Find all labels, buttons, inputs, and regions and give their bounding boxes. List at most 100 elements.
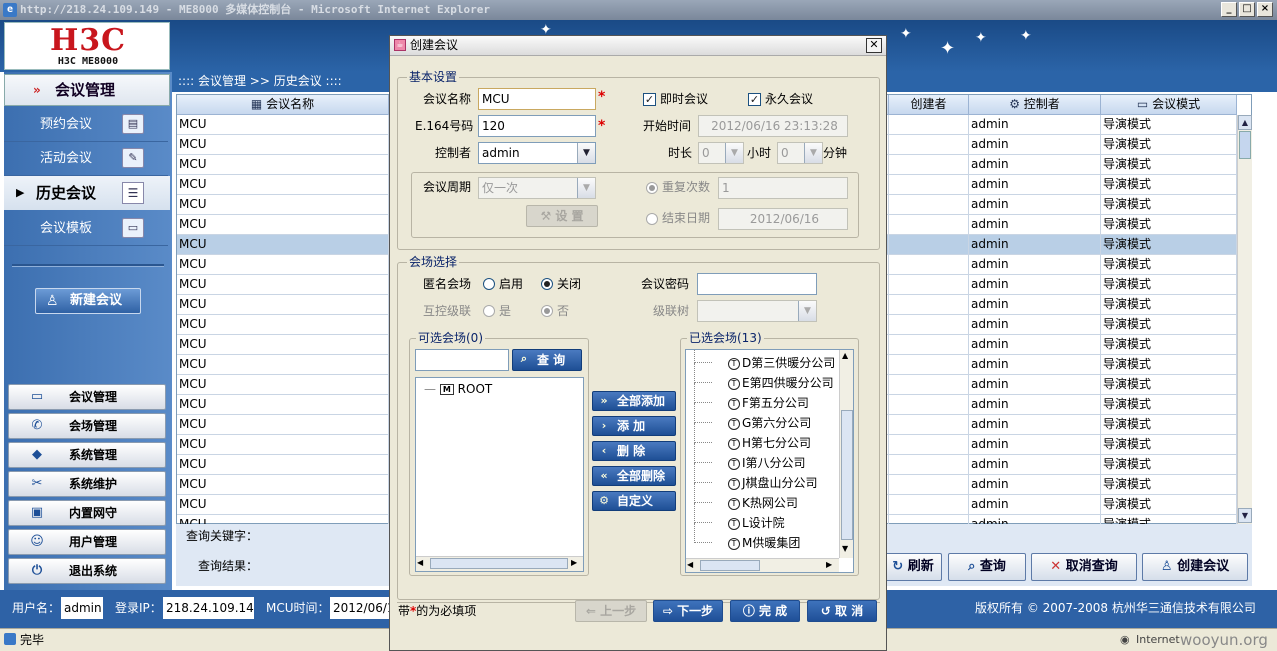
password-input[interactable]: [697, 273, 817, 295]
search-label: 查询: [979, 559, 1006, 574]
cascade-tree-select[interactable]: ▼: [697, 300, 817, 322]
gear-icon: ⚙: [1009, 97, 1024, 111]
mcu-time-label: MCU时间：: [266, 601, 330, 615]
bottom-nav-system[interactable]: ◆ 系统管理: [8, 442, 166, 468]
cycle-select[interactable]: 仅一次 ▼: [478, 177, 596, 199]
required-note-suffix: 的为必填项: [416, 604, 477, 618]
terminal-node-icon: T: [728, 437, 740, 450]
arrow-left-icon: ⇐: [585, 604, 601, 618]
add-label: 添 加: [617, 419, 646, 433]
column-header-controller[interactable]: ⚙ 控制者: [969, 95, 1101, 115]
cancel-search-button[interactable]: ✕ 取消查询: [1031, 553, 1137, 581]
table-scrollbar[interactable]: ▲ ▼: [1237, 115, 1252, 524]
close-window-button[interactable]: ×: [1257, 2, 1273, 17]
scroll-right-icon[interactable]: ▶: [571, 558, 577, 567]
start-time-input[interactable]: 2012/06/16 23:13:28: [698, 115, 848, 137]
scroll-thumb[interactable]: [700, 560, 760, 571]
controller-select[interactable]: admin ▼: [478, 142, 596, 164]
bottom-nav-maintain[interactable]: ✂ 系统维护: [8, 471, 166, 497]
available-hscroll[interactable]: ◀ ▶: [416, 556, 583, 571]
refresh-button[interactable]: ↻ 刷新: [884, 553, 942, 581]
cell-mode: 导演模式: [1101, 195, 1237, 215]
double-chevron-left-icon: «: [600, 469, 608, 482]
next-step-button[interactable]: ⇨ 下一步: [653, 600, 723, 622]
nav-item-active[interactable]: 活动会议 ✎: [4, 142, 168, 176]
cascade-no-radio[interactable]: [541, 305, 553, 317]
selected-site-item[interactable]: T M供暖集团: [686, 523, 800, 553]
instant-label: 即时会议: [660, 92, 709, 106]
remove-button[interactable]: ‹ 删 除: [592, 441, 676, 461]
nav-section-title[interactable]: » 会议管理: [4, 74, 170, 106]
refresh-icon: ↻: [892, 559, 908, 574]
scroll-down-icon[interactable]: ▼: [1238, 508, 1252, 523]
cell-mode: 导演模式: [1101, 115, 1237, 135]
permanent-checkbox[interactable]: ✓: [748, 93, 761, 106]
end-date-radio[interactable]: [646, 213, 658, 225]
scroll-up-icon[interactable]: ▲: [842, 351, 848, 360]
dialog-title: 创建会议: [410, 38, 459, 52]
nav-item-reserve[interactable]: 预约会议 ▤: [4, 108, 168, 142]
scroll-right-icon[interactable]: ▶: [826, 560, 832, 569]
search-button[interactable]: ⌕ 查询: [948, 553, 1026, 581]
column-header-creator[interactable]: 创建者: [889, 95, 969, 115]
minutes-select[interactable]: 0 ▼: [777, 142, 823, 164]
site-search-input[interactable]: [415, 349, 509, 371]
cell-mode: 导演模式: [1101, 215, 1237, 235]
cell-creator: [889, 395, 969, 415]
e164-input[interactable]: 120: [478, 115, 596, 137]
scroll-thumb[interactable]: [430, 558, 568, 569]
instant-checkbox[interactable]: ✓: [643, 93, 656, 106]
scroll-thumb[interactable]: [1239, 131, 1251, 159]
bottom-nav-user[interactable]: ☺ 用户管理: [8, 529, 166, 555]
repeat-input[interactable]: 1: [718, 177, 848, 199]
bottom-nav-site[interactable]: ✆ 会场管理: [8, 413, 166, 439]
add-all-button[interactable]: » 全部添加: [592, 391, 676, 411]
bottom-nav-conference[interactable]: ▭ 会议管理: [8, 384, 166, 410]
hours-select[interactable]: 0 ▼: [698, 142, 744, 164]
site-search-button[interactable]: ⌕ 查 询: [512, 349, 582, 371]
remove-all-button[interactable]: « 全部删除: [592, 466, 676, 486]
selected-hscroll[interactable]: ◀ ▶: [686, 558, 839, 572]
available-sites-tree[interactable]: — M ROOT ◀ ▶: [415, 377, 584, 572]
refresh-label: 刷新: [907, 559, 934, 574]
repeat-radio[interactable]: [646, 182, 658, 194]
tree-line: [694, 403, 712, 423]
column-header-mode[interactable]: ▭ 会议模式: [1101, 95, 1237, 115]
finish-button[interactable]: ⓘ 完 成: [730, 600, 800, 622]
cascade-yes-radio[interactable]: [483, 305, 495, 317]
anonymous-enable-radio[interactable]: [483, 278, 495, 290]
table-icon: ▦: [250, 97, 267, 111]
chevron-right-icon: »: [33, 83, 41, 97]
close-icon[interactable]: ✕: [866, 38, 882, 53]
nav-item-template[interactable]: 会议模板 ▭: [4, 212, 168, 246]
cancel-button[interactable]: ↺ 取 消: [807, 600, 877, 622]
new-conference-button[interactable]: ♙ 新建会议: [35, 288, 141, 314]
end-date-input[interactable]: 2012/06/16: [718, 208, 848, 230]
maximize-button[interactable]: □: [1239, 2, 1255, 17]
nav-item-history[interactable]: ▶ 历史会议 ☰: [4, 176, 170, 210]
scroll-left-icon[interactable]: ◀: [417, 558, 423, 567]
scroll-down-icon[interactable]: ▼: [842, 544, 848, 553]
create-conference-button[interactable]: ♙ 创建会议: [1142, 553, 1248, 581]
bottom-nav-gatekeeper[interactable]: ▣ 内置网守: [8, 500, 166, 526]
scroll-up-icon[interactable]: ▲: [1238, 115, 1252, 130]
scroll-thumb[interactable]: [841, 410, 853, 540]
scroll-left-icon[interactable]: ◀: [687, 560, 693, 569]
name-input[interactable]: MCU: [478, 88, 596, 110]
column-header-name[interactable]: ▦ 会议名称: [177, 95, 389, 115]
gatekeeper-icon: ▣: [30, 505, 44, 520]
anonymous-close-radio[interactable]: [541, 278, 553, 290]
tree-root[interactable]: — M ROOT: [424, 379, 492, 399]
selected-vscroll[interactable]: ▲ ▼: [839, 350, 853, 558]
prev-step-button[interactable]: ⇐ 上一步: [575, 600, 647, 622]
add-button[interactable]: › 添 加: [592, 416, 676, 436]
selected-site-label: L设计院: [742, 516, 785, 530]
setup-button[interactable]: ⚒ 设 置: [526, 205, 598, 227]
minimize-button[interactable]: _: [1221, 2, 1237, 17]
cascade-no-label: 否: [557, 304, 570, 318]
bottom-nav-logout[interactable]: ⏻ 退出系统: [8, 558, 166, 584]
selected-sites-tree[interactable]: T D第三供暖分公司 T E第四供暖分公司 T F第五分公司 T G第六分公司 T H第七分公司 T…: [685, 349, 854, 573]
site-search-label: 查 询: [537, 353, 566, 367]
cell-creator: [889, 375, 969, 395]
custom-button[interactable]: ⚙ 自定义: [592, 491, 676, 511]
